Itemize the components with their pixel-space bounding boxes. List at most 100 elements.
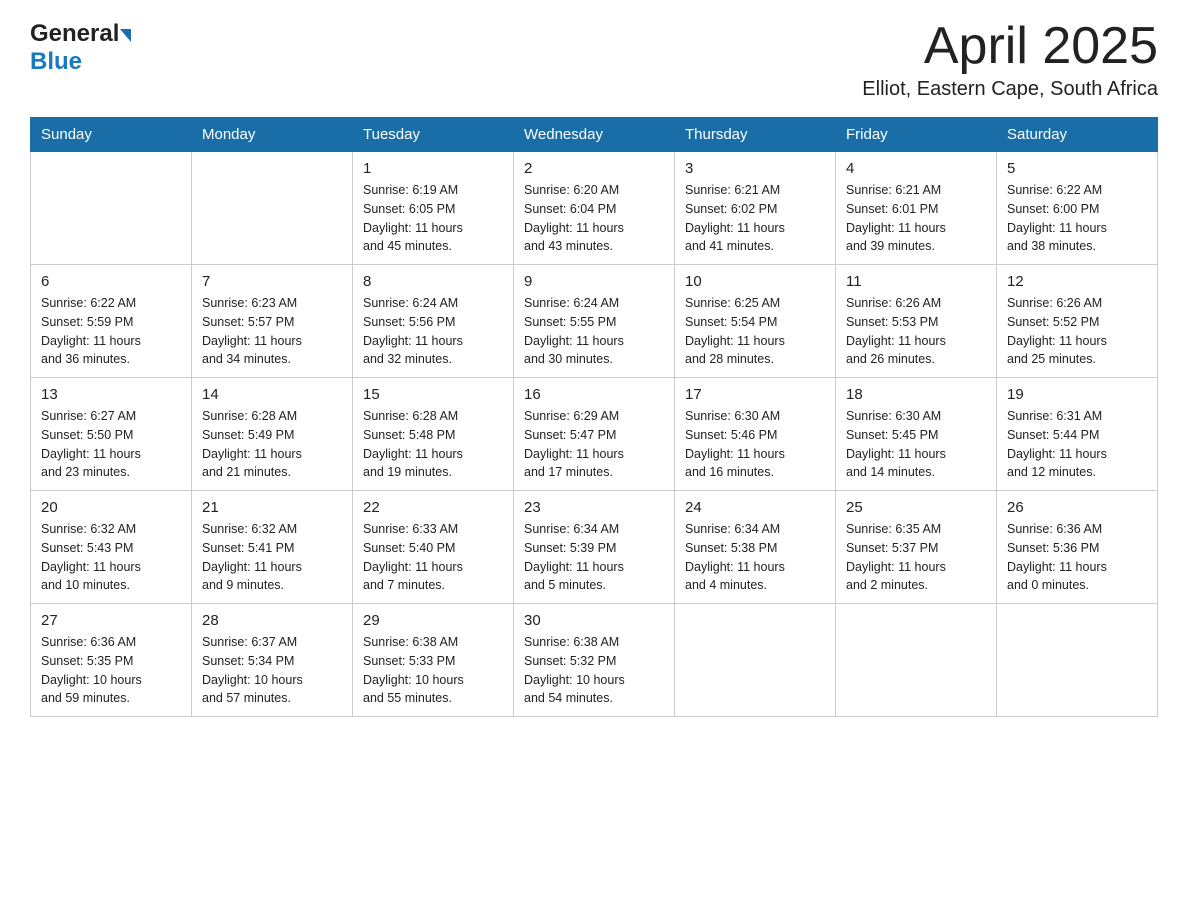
cell-info: Sunrise: 6:32 AM Sunset: 5:43 PM Dayligh… bbox=[41, 520, 181, 595]
cell-info: Sunrise: 6:25 AM Sunset: 5:54 PM Dayligh… bbox=[685, 294, 825, 369]
cell-info: Sunrise: 6:29 AM Sunset: 5:47 PM Dayligh… bbox=[524, 407, 664, 482]
calendar-cell: 15 Sunrise: 6:28 AM Sunset: 5:48 PM Dayli… bbox=[353, 378, 514, 491]
calendar-cell: 23 Sunrise: 6:34 AM Sunset: 5:39 PM Dayli… bbox=[514, 491, 675, 604]
calendar-cell: 6 Sunrise: 6:22 AM Sunset: 5:59 PM Daylig… bbox=[31, 265, 192, 378]
calendar-cell: 28 Sunrise: 6:37 AM Sunset: 5:34 PM Dayli… bbox=[192, 604, 353, 717]
logo: General Blue bbox=[30, 20, 131, 76]
weekday-header-monday: Monday bbox=[192, 118, 353, 152]
calendar-cell: 17 Sunrise: 6:30 AM Sunset: 5:46 PM Dayli… bbox=[675, 378, 836, 491]
calendar-cell: 24Sunrise: 6:34 AM Sunset: 5:38 PM Dayli… bbox=[675, 491, 836, 604]
title-block: April 2025 Elliot, Eastern Cape, South A… bbox=[862, 20, 1158, 101]
cell-day-number: 6 bbox=[41, 273, 181, 290]
calendar-week-row: 6 Sunrise: 6:22 AM Sunset: 5:59 PM Daylig… bbox=[31, 265, 1158, 378]
calendar-cell: 3 Sunrise: 6:21 AM Sunset: 6:02 PM Daylig… bbox=[675, 152, 836, 265]
cell-info: Sunrise: 6:24 AM Sunset: 5:55 PM Dayligh… bbox=[524, 294, 664, 369]
calendar-cell: 10Sunrise: 6:25 AM Sunset: 5:54 PM Dayli… bbox=[675, 265, 836, 378]
cell-info: Sunrise: 6:22 AM Sunset: 6:00 PM Dayligh… bbox=[1007, 181, 1147, 256]
weekday-header-thursday: Thursday bbox=[675, 118, 836, 152]
calendar-cell: 20Sunrise: 6:32 AM Sunset: 5:43 PM Dayli… bbox=[31, 491, 192, 604]
cell-day-number: 2 bbox=[524, 160, 664, 177]
cell-day-number: 30 bbox=[524, 612, 664, 629]
cell-day-number: 26 bbox=[1007, 499, 1147, 516]
location-title: Elliot, Eastern Cape, South Africa bbox=[862, 78, 1158, 101]
cell-info: Sunrise: 6:36 AM Sunset: 5:36 PM Dayligh… bbox=[1007, 520, 1147, 595]
calendar-cell bbox=[836, 604, 997, 717]
cell-day-number: 14 bbox=[202, 386, 342, 403]
calendar-cell: 11Sunrise: 6:26 AM Sunset: 5:53 PM Dayli… bbox=[836, 265, 997, 378]
cell-day-number: 27 bbox=[41, 612, 181, 629]
cell-day-number: 28 bbox=[202, 612, 342, 629]
cell-info: Sunrise: 6:38 AM Sunset: 5:32 PM Dayligh… bbox=[524, 633, 664, 708]
cell-info: Sunrise: 6:31 AM Sunset: 5:44 PM Dayligh… bbox=[1007, 407, 1147, 482]
logo-blue-text: Blue bbox=[30, 48, 82, 75]
calendar-cell bbox=[192, 152, 353, 265]
cell-day-number: 1 bbox=[363, 160, 503, 177]
cell-info: Sunrise: 6:21 AM Sunset: 6:02 PM Dayligh… bbox=[685, 181, 825, 256]
calendar-cell: 18 Sunrise: 6:30 AM Sunset: 5:45 PM Dayli… bbox=[836, 378, 997, 491]
logo-triangle-icon bbox=[120, 29, 131, 42]
cell-info: Sunrise: 6:33 AM Sunset: 5:40 PM Dayligh… bbox=[363, 520, 503, 595]
cell-info: Sunrise: 6:22 AM Sunset: 5:59 PM Dayligh… bbox=[41, 294, 181, 369]
cell-day-number: 9 bbox=[524, 273, 664, 290]
cell-day-number: 16 bbox=[524, 386, 664, 403]
cell-info: Sunrise: 6:34 AM Sunset: 5:39 PM Dayligh… bbox=[524, 520, 664, 595]
page-header: General Blue April 2025 Elliot, Eastern … bbox=[30, 20, 1158, 101]
calendar-cell: 29 Sunrise: 6:38 AM Sunset: 5:33 PM Dayli… bbox=[353, 604, 514, 717]
cell-info: Sunrise: 6:36 AM Sunset: 5:35 PM Dayligh… bbox=[41, 633, 181, 708]
calendar-cell: 13 Sunrise: 6:27 AM Sunset: 5:50 PM Dayli… bbox=[31, 378, 192, 491]
cell-info: Sunrise: 6:30 AM Sunset: 5:45 PM Dayligh… bbox=[846, 407, 986, 482]
weekday-header-wednesday: Wednesday bbox=[514, 118, 675, 152]
cell-day-number: 5 bbox=[1007, 160, 1147, 177]
cell-day-number: 18 bbox=[846, 386, 986, 403]
calendar-week-row: 20Sunrise: 6:32 AM Sunset: 5:43 PM Dayli… bbox=[31, 491, 1158, 604]
calendar-cell: 5 Sunrise: 6:22 AM Sunset: 6:00 PM Daylig… bbox=[997, 152, 1158, 265]
weekday-header-friday: Friday bbox=[836, 118, 997, 152]
calendar-cell: 14 Sunrise: 6:28 AM Sunset: 5:49 PM Dayli… bbox=[192, 378, 353, 491]
cell-info: Sunrise: 6:19 AM Sunset: 6:05 PM Dayligh… bbox=[363, 181, 503, 256]
cell-day-number: 12 bbox=[1007, 273, 1147, 290]
cell-info: Sunrise: 6:28 AM Sunset: 5:48 PM Dayligh… bbox=[363, 407, 503, 482]
cell-info: Sunrise: 6:27 AM Sunset: 5:50 PM Dayligh… bbox=[41, 407, 181, 482]
cell-info: Sunrise: 6:26 AM Sunset: 5:52 PM Dayligh… bbox=[1007, 294, 1147, 369]
calendar-cell: 9 Sunrise: 6:24 AM Sunset: 5:55 PM Daylig… bbox=[514, 265, 675, 378]
cell-day-number: 7 bbox=[202, 273, 342, 290]
calendar-cell: 1 Sunrise: 6:19 AM Sunset: 6:05 PM Daylig… bbox=[353, 152, 514, 265]
cell-day-number: 3 bbox=[685, 160, 825, 177]
cell-day-number: 15 bbox=[363, 386, 503, 403]
weekday-header-tuesday: Tuesday bbox=[353, 118, 514, 152]
calendar-cell: 7 Sunrise: 6:23 AM Sunset: 5:57 PM Daylig… bbox=[192, 265, 353, 378]
cell-info: Sunrise: 6:24 AM Sunset: 5:56 PM Dayligh… bbox=[363, 294, 503, 369]
calendar-cell: 27 Sunrise: 6:36 AM Sunset: 5:35 PM Dayli… bbox=[31, 604, 192, 717]
calendar-cell: 26 Sunrise: 6:36 AM Sunset: 5:36 PM Dayli… bbox=[997, 491, 1158, 604]
cell-day-number: 23 bbox=[524, 499, 664, 516]
cell-info: Sunrise: 6:38 AM Sunset: 5:33 PM Dayligh… bbox=[363, 633, 503, 708]
cell-info: Sunrise: 6:37 AM Sunset: 5:34 PM Dayligh… bbox=[202, 633, 342, 708]
cell-info: Sunrise: 6:20 AM Sunset: 6:04 PM Dayligh… bbox=[524, 181, 664, 256]
calendar-cell: 25Sunrise: 6:35 AM Sunset: 5:37 PM Dayli… bbox=[836, 491, 997, 604]
weekday-header-row: SundayMondayTuesdayWednesdayThursdayFrid… bbox=[31, 118, 1158, 152]
cell-info: Sunrise: 6:23 AM Sunset: 5:57 PM Dayligh… bbox=[202, 294, 342, 369]
month-title: April 2025 bbox=[862, 20, 1158, 72]
cell-day-number: 25 bbox=[846, 499, 986, 516]
weekday-header-saturday: Saturday bbox=[997, 118, 1158, 152]
calendar-cell: 2 Sunrise: 6:20 AM Sunset: 6:04 PM Daylig… bbox=[514, 152, 675, 265]
calendar-table: SundayMondayTuesdayWednesdayThursdayFrid… bbox=[30, 117, 1158, 717]
cell-info: Sunrise: 6:32 AM Sunset: 5:41 PM Dayligh… bbox=[202, 520, 342, 595]
cell-day-number: 21 bbox=[202, 499, 342, 516]
cell-info: Sunrise: 6:21 AM Sunset: 6:01 PM Dayligh… bbox=[846, 181, 986, 256]
calendar-cell: 22Sunrise: 6:33 AM Sunset: 5:40 PM Dayli… bbox=[353, 491, 514, 604]
calendar-cell: 4 Sunrise: 6:21 AM Sunset: 6:01 PM Daylig… bbox=[836, 152, 997, 265]
cell-day-number: 17 bbox=[685, 386, 825, 403]
cell-info: Sunrise: 6:30 AM Sunset: 5:46 PM Dayligh… bbox=[685, 407, 825, 482]
cell-info: Sunrise: 6:28 AM Sunset: 5:49 PM Dayligh… bbox=[202, 407, 342, 482]
cell-day-number: 11 bbox=[846, 273, 986, 290]
cell-day-number: 4 bbox=[846, 160, 986, 177]
cell-day-number: 24 bbox=[685, 499, 825, 516]
cell-day-number: 29 bbox=[363, 612, 503, 629]
calendar-cell: 19Sunrise: 6:31 AM Sunset: 5:44 PM Dayli… bbox=[997, 378, 1158, 491]
calendar-week-row: 13 Sunrise: 6:27 AM Sunset: 5:50 PM Dayli… bbox=[31, 378, 1158, 491]
calendar-week-row: 27 Sunrise: 6:36 AM Sunset: 5:35 PM Dayli… bbox=[31, 604, 1158, 717]
calendar-cell: 12 Sunrise: 6:26 AM Sunset: 5:52 PM Dayli… bbox=[997, 265, 1158, 378]
cell-day-number: 13 bbox=[41, 386, 181, 403]
calendar-cell bbox=[675, 604, 836, 717]
